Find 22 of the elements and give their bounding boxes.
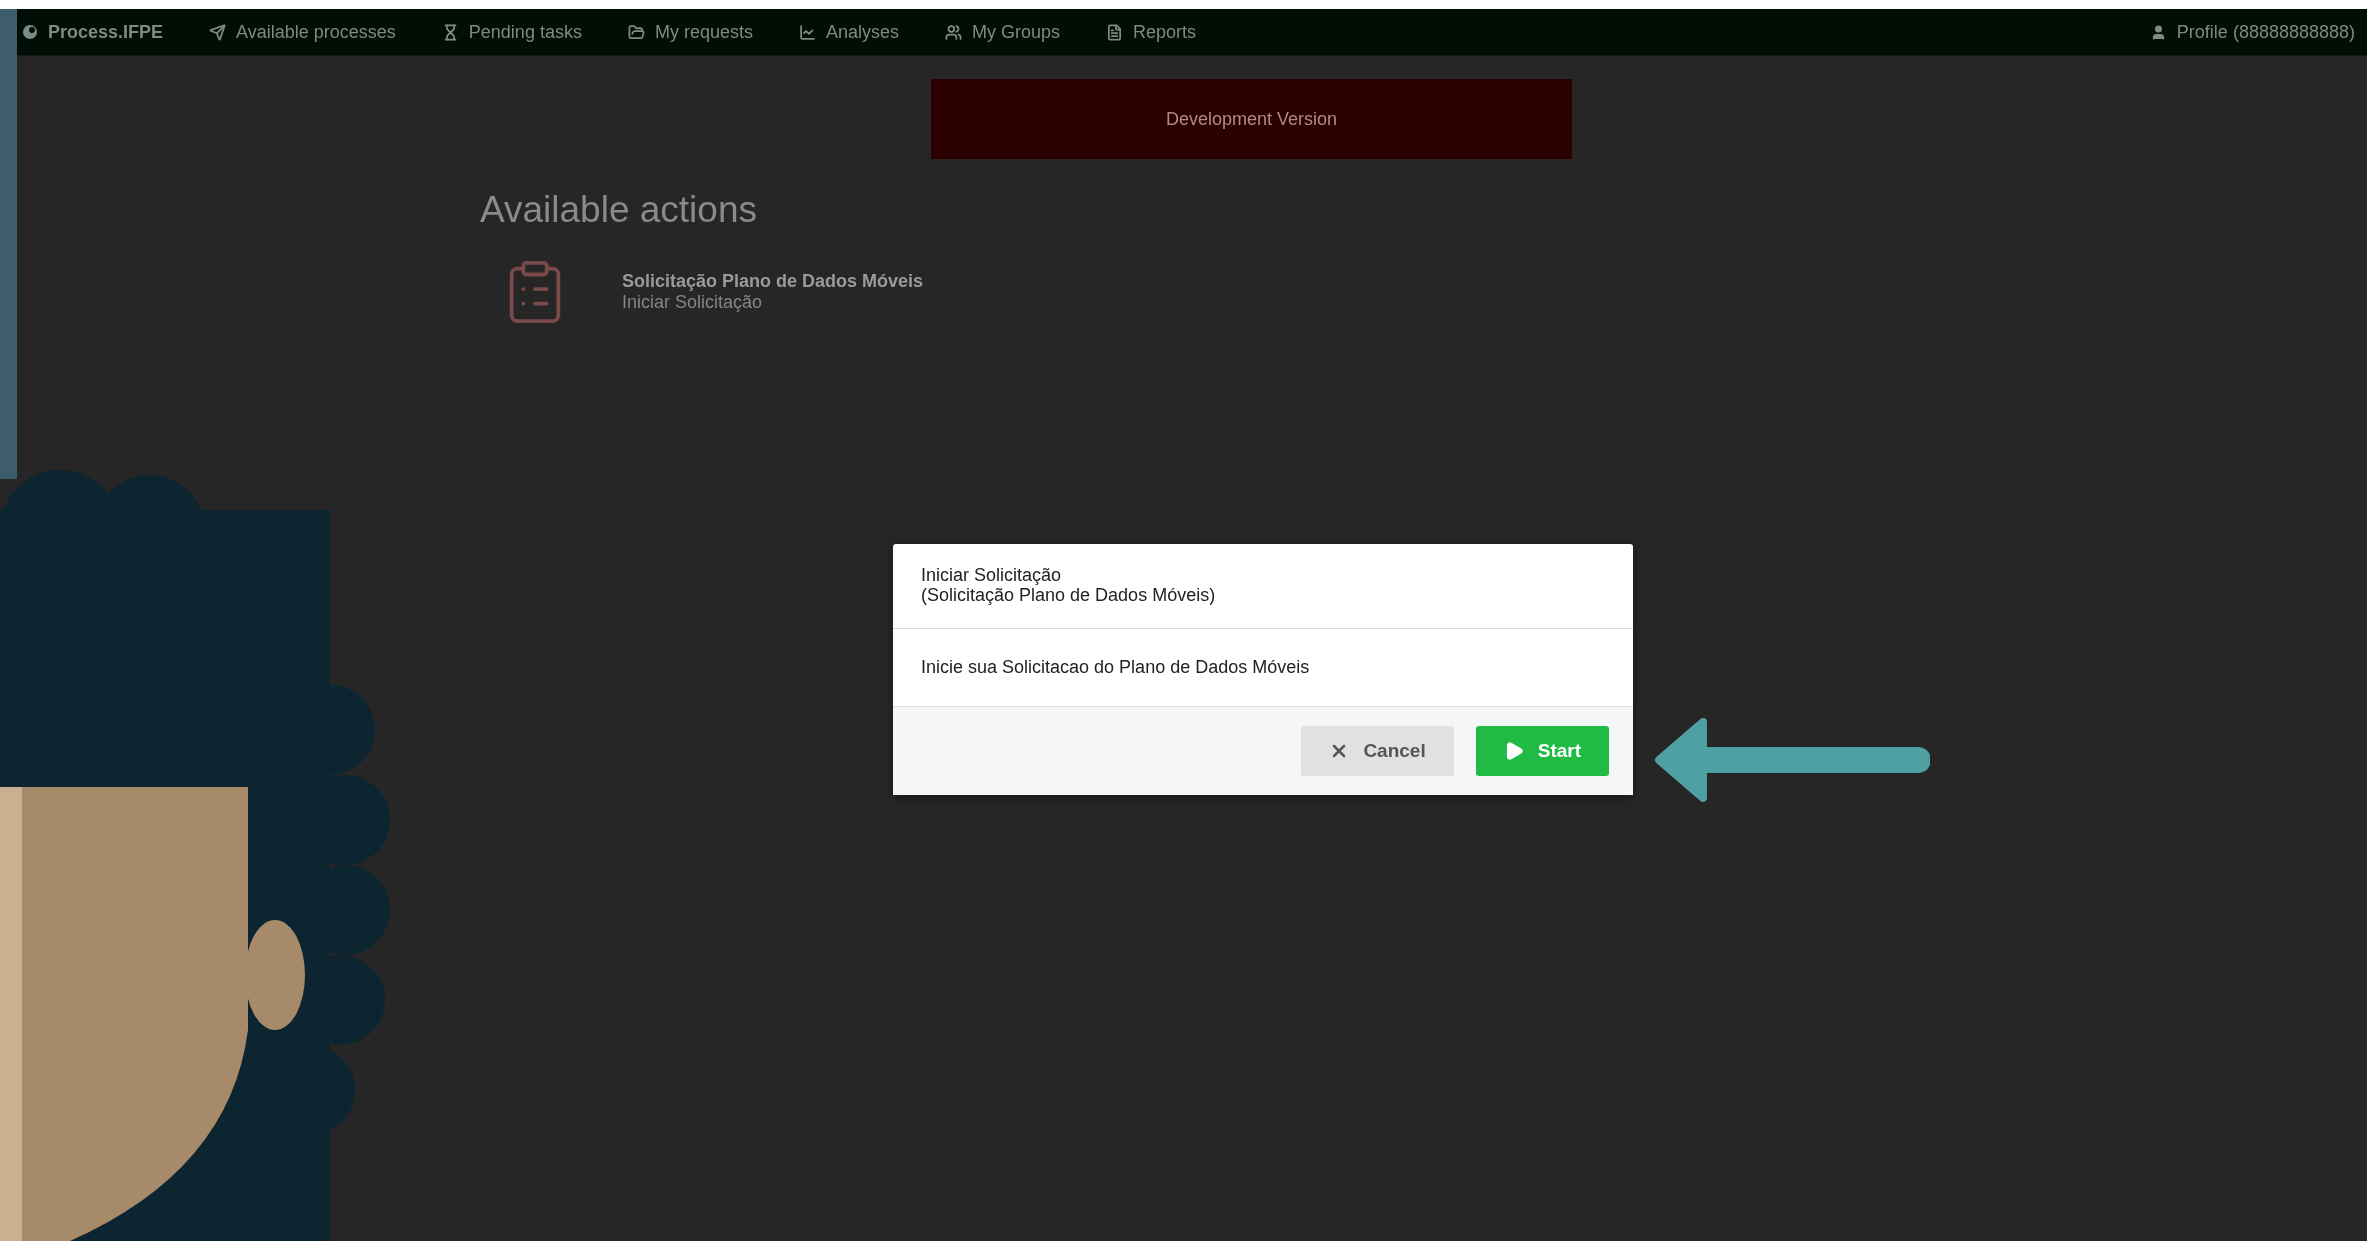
cancel-button[interactable]: Cancel (1301, 725, 1454, 776)
nav-link[interactable]: My Groups (945, 21, 1061, 43)
section-heading: Available actions (480, 189, 758, 231)
nav-link[interactable]: Analyses (798, 21, 899, 43)
action-title[interactable]: Solicitação Plano de Dados Móveis (622, 271, 924, 292)
nav-icon (627, 23, 645, 41)
nav-icon (209, 23, 227, 41)
nav-link[interactable]: Pending tasks (441, 21, 582, 43)
profile-link[interactable]: Profile (88888888888) (2149, 21, 2355, 43)
modal-title: (Solicitação Plano de Dados Móveis) (921, 585, 1217, 606)
nav-link[interactable]: Available processes (209, 21, 396, 43)
action-subtitle: Iniciar Solicitação (622, 292, 764, 313)
brand-link[interactable]: Process.IFPE (22, 21, 164, 43)
nav-icon (1106, 23, 1124, 41)
modal-title: Iniciar Solicitação (921, 566, 1063, 586)
nav-link[interactable]: Reports (1106, 21, 1197, 43)
modal-message: Inicie sua Solicitacao do Plano de Dados Móveis (921, 656, 1310, 677)
nav-icon (945, 23, 962, 41)
logo-icon (22, 24, 38, 40)
development-banner: Development Version (931, 79, 1572, 159)
nav-icon (798, 23, 816, 41)
nav-link[interactable]: My requests (627, 21, 753, 43)
